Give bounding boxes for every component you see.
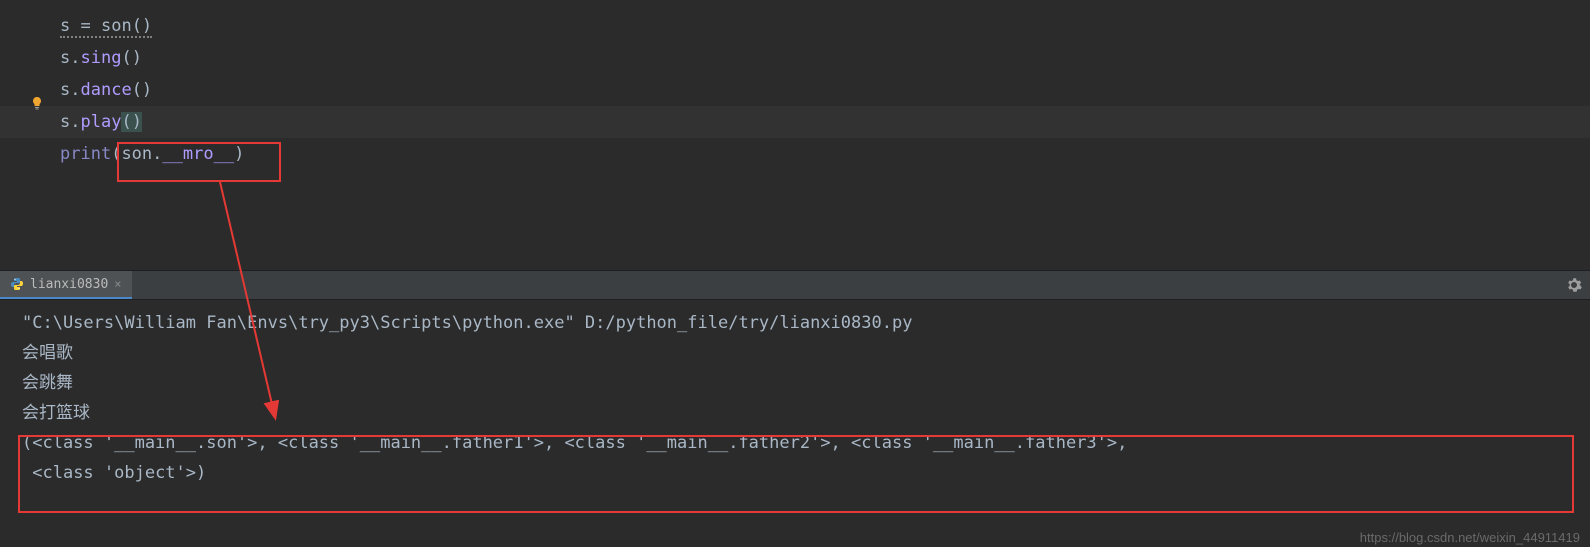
variable: s — [60, 16, 70, 36]
console-output: 会跳舞 — [22, 368, 1568, 398]
variable: s — [60, 80, 70, 100]
console-output: 会唱歌 — [22, 338, 1568, 368]
parens: () — [132, 16, 152, 36]
method: sing — [81, 48, 122, 68]
run-tab[interactable]: lianxi0830 × — [0, 271, 132, 299]
tab-label: lianxi0830 — [30, 277, 108, 292]
console-pane[interactable]: "C:\Users\William Fan\Envs\try_py3\Scrip… — [0, 300, 1590, 547]
annotation-box — [117, 142, 281, 182]
parens: () — [132, 80, 152, 100]
code-line[interactable]: s = son() — [60, 10, 1590, 42]
python-icon — [10, 277, 24, 291]
method: play — [81, 112, 122, 132]
call: son — [101, 16, 132, 36]
variable: s — [60, 48, 70, 68]
paren-right: ) — [132, 112, 142, 132]
method: dance — [81, 80, 132, 100]
code-line[interactable]: print(son.__mro__) — [60, 138, 1590, 170]
run-tab-bar: lianxi0830 × — [0, 270, 1590, 300]
console-output: 会打篮球 — [22, 398, 1568, 428]
watermark: https://blog.csdn.net/weixin_44911419 — [1360, 530, 1580, 545]
variable: s — [60, 112, 70, 132]
operator: = — [70, 16, 101, 36]
paren-left: ( — [121, 112, 131, 132]
dot: . — [70, 80, 80, 100]
close-icon[interactable]: × — [114, 277, 121, 291]
dot: . — [70, 112, 80, 132]
intention-bulb-icon[interactable] — [30, 95, 44, 109]
code-line[interactable]: s.dance() — [60, 74, 1590, 106]
builtin-call: print — [60, 144, 111, 164]
parens: () — [121, 48, 141, 68]
annotation-box — [18, 435, 1574, 513]
editor-pane[interactable]: s = son() s.sing() s.dance() s.play() pr… — [0, 0, 1590, 270]
gear-icon[interactable] — [1566, 277, 1582, 298]
code-line[interactable]: s.sing() — [60, 42, 1590, 74]
console-output: "C:\Users\William Fan\Envs\try_py3\Scrip… — [22, 308, 1568, 338]
dot: . — [70, 48, 80, 68]
